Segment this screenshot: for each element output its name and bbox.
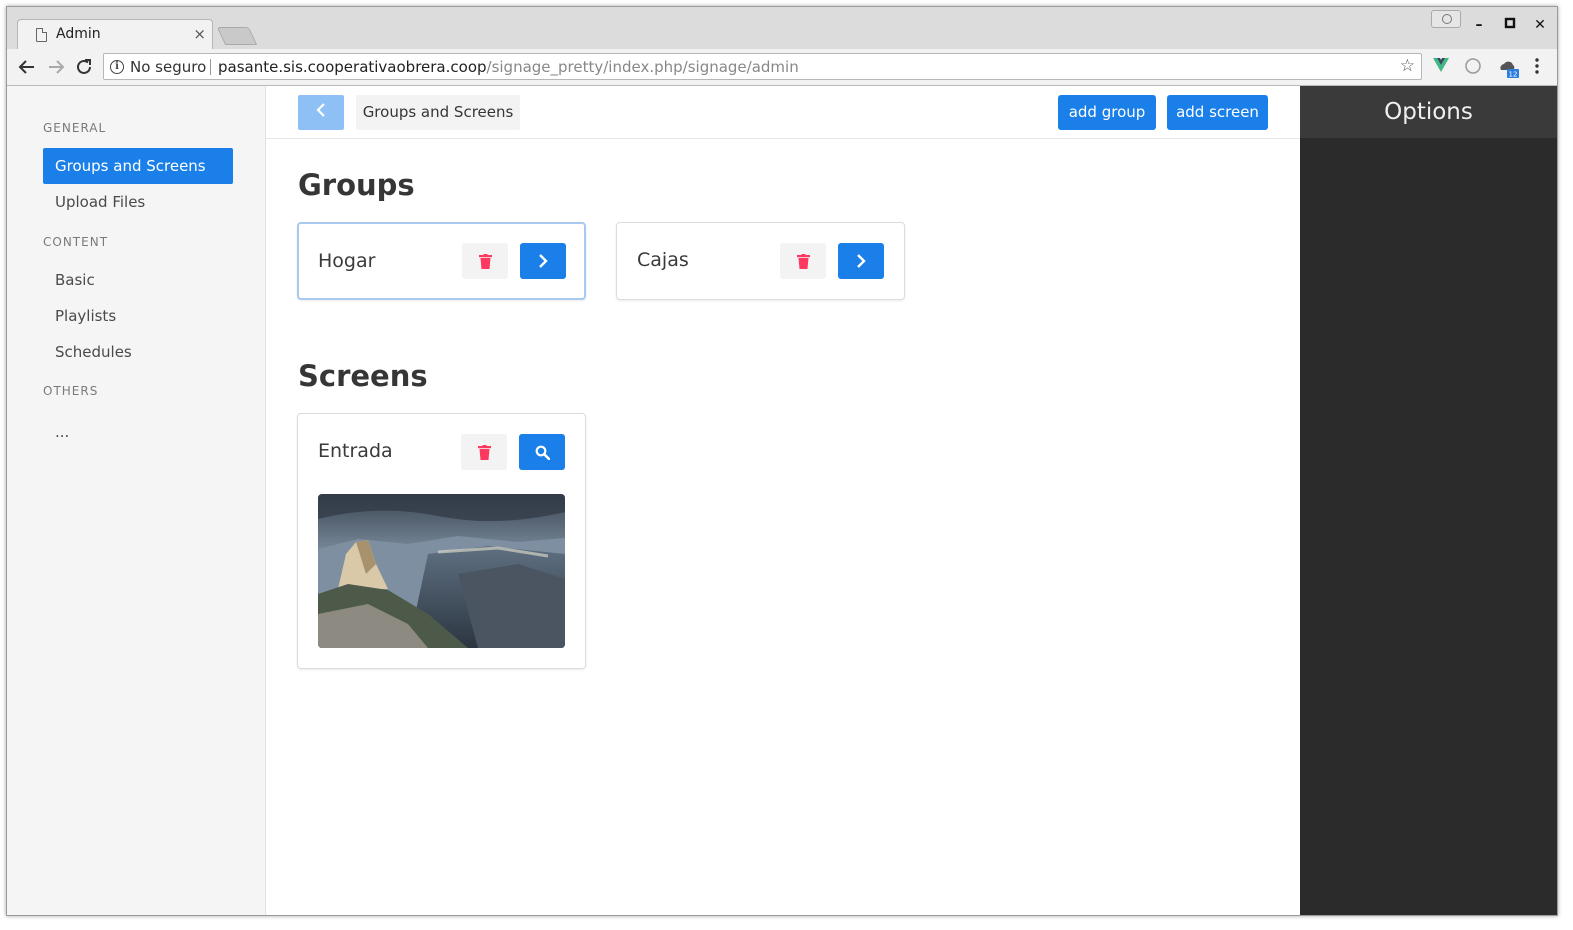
extension-badge: 12: [1509, 71, 1518, 79]
menu-dots-icon[interactable]: [1528, 58, 1546, 76]
sidebar-item-basic[interactable]: Basic: [43, 262, 233, 298]
forward-arrow-icon[interactable]: [44, 55, 68, 79]
group-card-hogar[interactable]: Hogar: [297, 222, 586, 300]
group-name: Cajas: [637, 249, 689, 271]
main-content: Groups and Screens add group add screen …: [266, 86, 1300, 915]
options-panel: Options: [1300, 86, 1557, 915]
chevron-right-icon: [857, 254, 866, 268]
delete-group-button[interactable]: [462, 243, 508, 279]
address-bar[interactable]: i No seguro pasante.sis.cooperativaobrer…: [103, 53, 1422, 80]
screen-name: Entrada: [318, 440, 393, 462]
delete-screen-button[interactable]: [461, 434, 507, 470]
maximize-icon[interactable]: [1500, 17, 1520, 33]
trash-icon: [477, 444, 491, 460]
vue-devtools-icon[interactable]: [1432, 58, 1450, 76]
groups-title: Groups: [298, 168, 415, 202]
url-path: /signage_pretty/index.php/signage/admin: [486, 58, 799, 76]
page-viewport: GENERAL Groups and Screens Upload Files …: [7, 86, 1557, 915]
new-tab-button[interactable]: [216, 27, 258, 45]
view-screen-button[interactable]: [519, 434, 565, 470]
url-text: pasante.sis.cooperativaobrera.coop/signa…: [218, 58, 799, 76]
mountain-landscape-image: [318, 494, 565, 648]
sidebar-item-upload-files[interactable]: Upload Files: [43, 184, 233, 220]
screens-title: Screens: [298, 359, 428, 393]
back-button[interactable]: [298, 95, 344, 130]
browser-tab[interactable]: Admin ×: [17, 19, 213, 49]
open-group-button[interactable]: [838, 243, 884, 279]
minimize-icon[interactable]: –: [1469, 17, 1489, 33]
tab-title: Admin: [56, 26, 101, 42]
menu-label-general: GENERAL: [43, 121, 107, 135]
sidebar-item-schedules[interactable]: Schedules: [43, 334, 233, 370]
tab-close-icon[interactable]: ×: [193, 25, 206, 43]
close-window-icon[interactable]: ✕: [1530, 17, 1550, 33]
security-label: No seguro: [130, 58, 207, 76]
page-icon: [36, 28, 47, 42]
open-group-button[interactable]: [520, 243, 566, 279]
breadcrumb: Groups and Screens: [356, 95, 520, 130]
url-host: pasante.sis.cooperativaobrera.coop: [218, 58, 487, 76]
extension-circle-icon[interactable]: [1464, 58, 1482, 76]
tab-strip: Admin × – ✕: [7, 7, 1557, 49]
group-card-cajas[interactable]: Cajas: [616, 222, 905, 300]
browser-window: Admin × – ✕ i No seguro pasante.sis.coop…: [6, 6, 1558, 916]
screen-thumbnail[interactable]: [318, 494, 565, 648]
sidebar-item-groups-and-screens[interactable]: Groups and Screens: [43, 148, 233, 184]
group-name: Hogar: [318, 250, 376, 272]
menu-label-others: OTHERS: [43, 384, 99, 398]
delete-group-button[interactable]: [780, 243, 826, 279]
top-bar: Groups and Screens add group add screen: [266, 86, 1300, 139]
browser-toolbar: i No seguro pasante.sis.cooperativaobrer…: [7, 49, 1557, 86]
trash-icon: [478, 253, 492, 269]
info-icon[interactable]: i: [110, 60, 124, 74]
screen-card-entrada[interactable]: Entrada: [297, 413, 586, 669]
search-icon: [535, 445, 550, 460]
sidebar-item-playlists[interactable]: Playlists: [43, 298, 233, 334]
sidebar-item-more[interactable]: ...: [43, 414, 233, 450]
add-group-button[interactable]: add group: [1058, 95, 1156, 130]
address-separator: [210, 59, 211, 75]
cloud-extension-icon[interactable]: 12: [1497, 58, 1519, 79]
profile-icon[interactable]: [1431, 10, 1461, 28]
menu-label-content: CONTENT: [43, 235, 109, 249]
bookmark-star-icon[interactable]: ☆: [1400, 56, 1415, 76]
trash-icon: [796, 253, 810, 269]
back-arrow-icon[interactable]: [15, 55, 39, 79]
options-title: Options: [1300, 86, 1557, 138]
add-screen-button[interactable]: add screen: [1167, 95, 1268, 130]
reload-icon[interactable]: [72, 55, 96, 79]
sidebar: GENERAL Groups and Screens Upload Files …: [7, 86, 266, 915]
chevron-left-icon: [316, 103, 325, 117]
chevron-right-icon: [539, 254, 548, 268]
